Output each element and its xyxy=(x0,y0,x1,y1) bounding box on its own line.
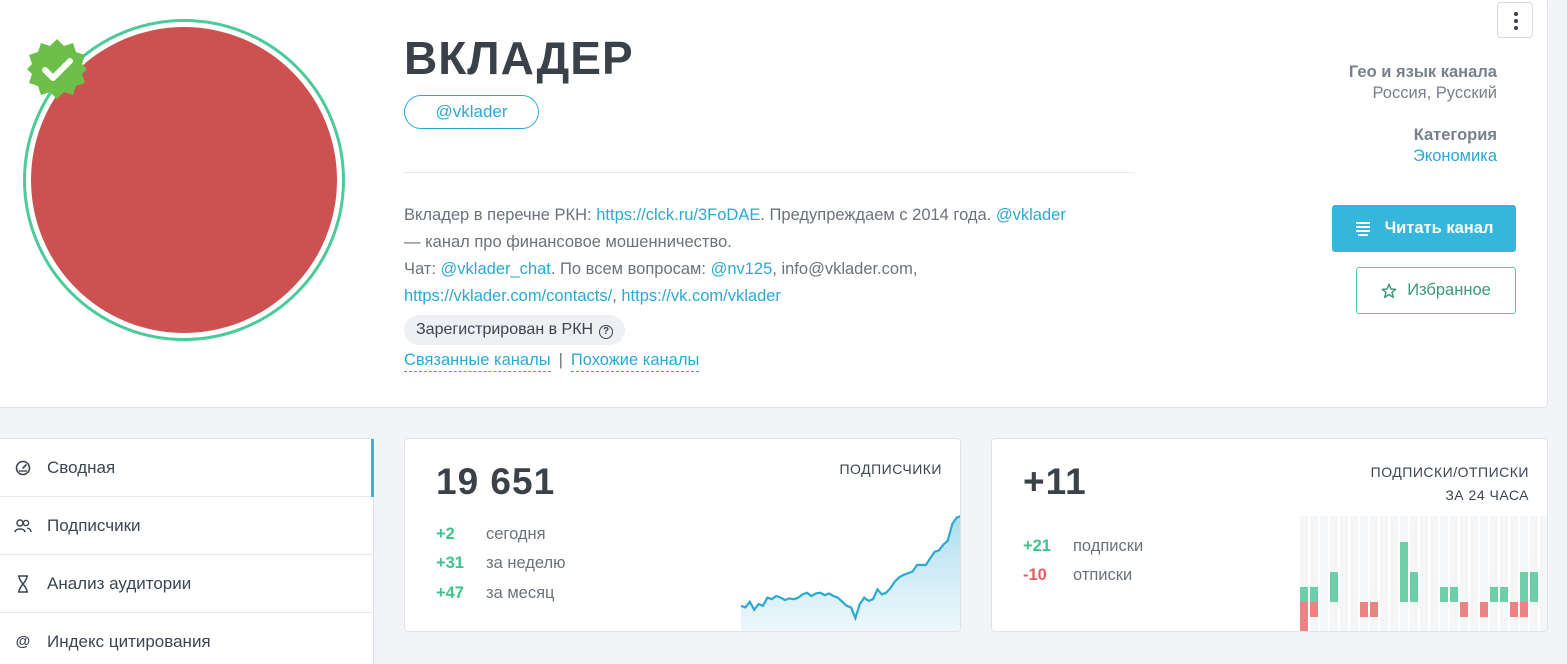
unsubscribe-bar[interactable] xyxy=(1370,602,1378,617)
sidebar-item-citation-index[interactable]: @ Индекс цитирования xyxy=(0,613,373,664)
kebab-dot xyxy=(1514,26,1518,30)
favorite-button[interactable]: Избранное xyxy=(1356,267,1516,314)
net-change-total: +11 xyxy=(1023,461,1087,502)
divider xyxy=(404,172,1135,173)
sparkline-area xyxy=(741,516,960,631)
bar-column-bg xyxy=(1490,516,1498,631)
geo-language-block: Гео и язык канала Россия, Русский xyxy=(1349,63,1497,103)
list-icon xyxy=(1355,221,1370,236)
linked-channels-link[interactable]: Связанные каналы xyxy=(404,351,551,372)
kebab-dot xyxy=(1514,19,1518,23)
description-line: — канал про финансовое мошенничество. xyxy=(404,233,732,251)
subscribe-bar[interactable] xyxy=(1440,587,1448,602)
subscribe-bar[interactable] xyxy=(1530,572,1538,602)
rkn-registered-badge[interactable]: Зарегистрирован в РКН? xyxy=(404,315,626,345)
subscriptions-bar-chart xyxy=(1300,516,1547,632)
sidebar-item-summary[interactable]: Сводная xyxy=(0,439,374,497)
channel-handle-link[interactable]: @vklader xyxy=(404,95,539,129)
chat-mention-link[interactable]: @vklader_chat xyxy=(441,260,551,278)
sidebar-nav: Сводная Подписчики Анализ аудитории @ Ин… xyxy=(0,438,374,664)
unsubscribe-bar[interactable] xyxy=(1480,602,1488,617)
bar-column-bg xyxy=(1340,516,1348,631)
geo-value: Россия, Русский xyxy=(1372,84,1498,102)
unsubscribe-bar[interactable] xyxy=(1460,602,1468,617)
category-link[interactable]: Экономика xyxy=(1413,147,1497,166)
vk-link[interactable]: https://vk.com/vklader xyxy=(621,287,781,305)
bar-column-bg xyxy=(1540,516,1547,631)
dna-icon xyxy=(13,574,33,594)
subscriptions-changes-card: +11 ПОДПИСКИ/ОТПИСКИ ЗА 24 ЧАСА +21 подпи… xyxy=(991,438,1548,632)
verified-badge-icon xyxy=(27,39,87,99)
vklader-mention-link[interactable]: @vklader xyxy=(996,206,1066,224)
subscribe-bar[interactable] xyxy=(1330,572,1338,602)
at-icon: @ xyxy=(15,633,31,650)
subscribers-card-label: ПОДПИСЧИКИ xyxy=(839,461,942,477)
description-line: https://vklader.com/contacts/, https://v… xyxy=(404,287,781,305)
subscribe-bar[interactable] xyxy=(1490,587,1498,602)
bar-column-bg xyxy=(1470,516,1478,631)
bar-column-bg xyxy=(1380,516,1388,631)
unsubscribe-bar[interactable] xyxy=(1510,602,1518,617)
subscribe-bar[interactable] xyxy=(1400,542,1408,602)
subscribe-bar[interactable] xyxy=(1450,587,1458,602)
bar-column-bg xyxy=(1350,516,1358,631)
unsubscribe-bar[interactable] xyxy=(1310,602,1318,617)
kebab-dot xyxy=(1514,12,1518,16)
question-icon[interactable]: ? xyxy=(599,325,614,339)
channel-profile-card: ВКЛАДЕР @vklader Вкладер в перечне РКН: … xyxy=(0,0,1548,408)
stat-row: +47 за месяц xyxy=(436,584,555,602)
bar-column-bg xyxy=(1500,516,1508,631)
subscribers-sparkline xyxy=(741,515,960,631)
description-line: Вкладер в перечне РКН: https://clck.ru/3… xyxy=(404,206,1066,224)
channel-title: ВКЛАДЕР xyxy=(404,32,634,84)
related-channels-links: Связанные каналы | Похожие каналы xyxy=(404,351,700,372)
rkn-list-link[interactable]: https://clck.ru/3FoDAE xyxy=(596,206,760,224)
bar-column-bg xyxy=(1430,516,1438,631)
stat-row: +31 за неделю xyxy=(436,554,566,572)
subscribers-card: 19 651 ПОДПИСЧИКИ +2 сегодня +31 за неделю… xyxy=(404,438,961,632)
bar-column-bg xyxy=(1320,516,1328,631)
similar-channels-link[interactable]: Похожие каналы xyxy=(570,351,700,372)
bar-column-bg xyxy=(1420,516,1428,631)
read-channel-button[interactable]: Читать канал xyxy=(1332,205,1516,252)
nv125-mention-link[interactable]: @nv125 xyxy=(711,260,773,278)
description-line: Чат: @vklader_chat. По всем вопросам: @n… xyxy=(404,260,918,278)
subscribe-bar[interactable] xyxy=(1500,587,1508,602)
stat-row: +2 сегодня xyxy=(436,525,546,543)
channel-description: Вкладер в перечне РКН: https://clck.ru/3… xyxy=(404,202,1144,310)
unsubscribe-bar[interactable] xyxy=(1300,602,1308,632)
sidebar-item-subscribers[interactable]: Подписчики xyxy=(0,497,373,555)
bar-column-bg xyxy=(1450,516,1458,631)
stat-row: +21 подписки xyxy=(1023,537,1144,555)
subscribe-bar[interactable] xyxy=(1300,587,1308,602)
sidebar-item-audience-analysis[interactable]: Анализ аудитории xyxy=(0,555,373,613)
stat-row: -10 отписки xyxy=(1023,566,1133,584)
category-block: Категория Экономика xyxy=(1413,126,1497,166)
subscribe-bar[interactable] xyxy=(1410,572,1418,602)
dashboard-icon xyxy=(13,458,33,478)
contacts-link[interactable]: https://vklader.com/contacts/ xyxy=(404,287,612,305)
subscribe-bar[interactable] xyxy=(1310,587,1318,602)
users-icon xyxy=(13,516,33,536)
subscribe-bar[interactable] xyxy=(1520,572,1528,602)
more-options-button[interactable] xyxy=(1497,2,1533,38)
subscribers-total: 19 651 xyxy=(436,461,556,502)
unsubscribe-bar[interactable] xyxy=(1520,602,1528,617)
star-icon xyxy=(1381,283,1397,298)
bar-column-bg xyxy=(1440,516,1448,631)
unsubscribe-bar[interactable] xyxy=(1360,602,1368,617)
changes-card-label: ПОДПИСКИ/ОТПИСКИ ЗА 24 ЧАСА xyxy=(1370,464,1529,503)
category-label: Категория xyxy=(1413,126,1497,144)
geo-label: Гео и язык канала xyxy=(1348,63,1497,81)
bar-column-bg xyxy=(1390,516,1398,631)
